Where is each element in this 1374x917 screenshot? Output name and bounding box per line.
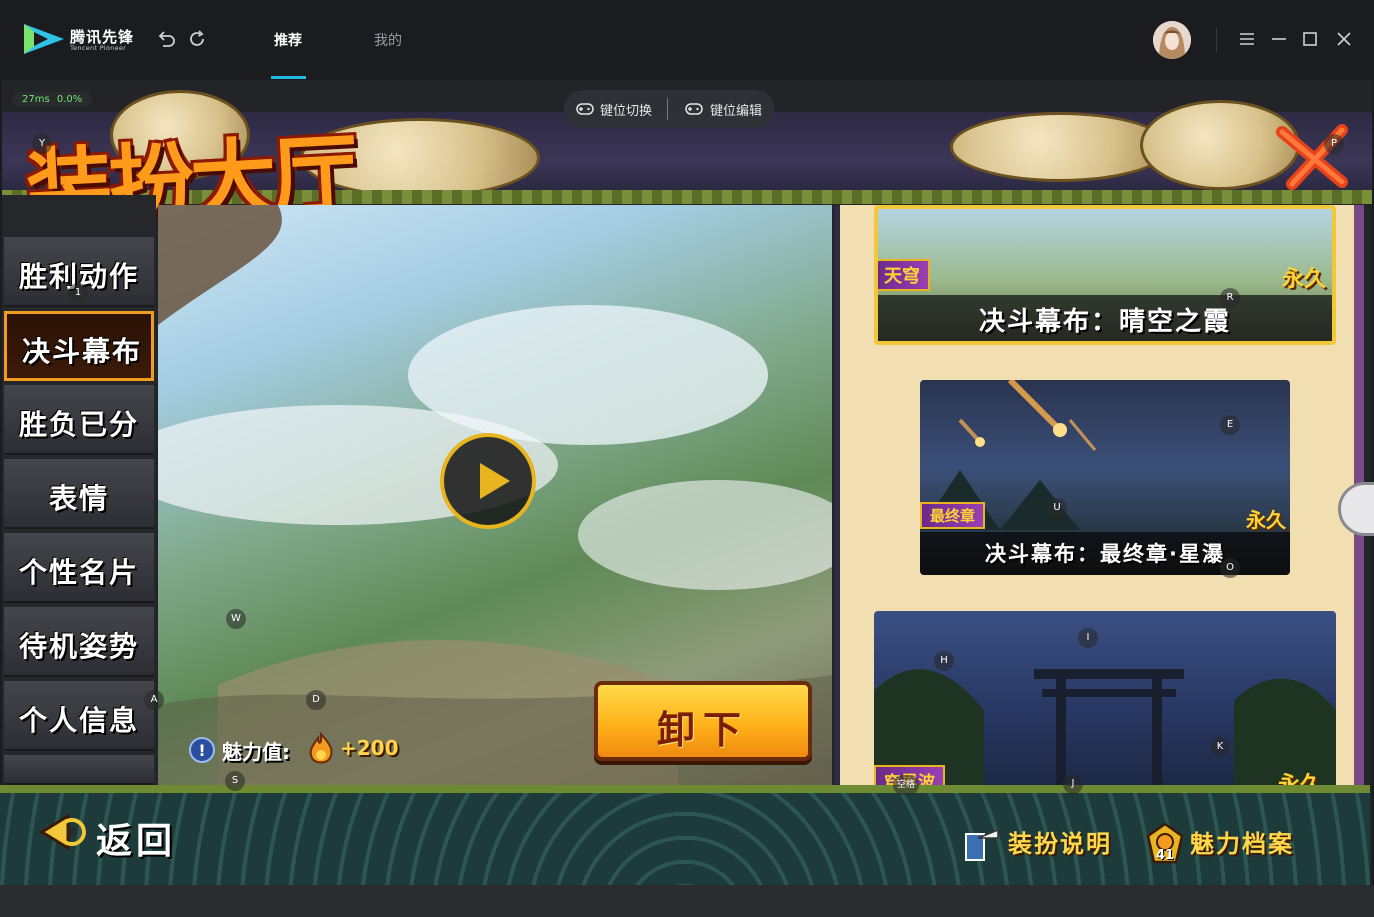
flame-icon [309,732,333,764]
avatar-image [1153,21,1191,59]
key-edit-button[interactable]: 键位编辑 [710,100,762,119]
key-hint[interactable]: O [1220,558,1240,578]
guide-icon [965,828,999,861]
key-hint[interactable]: Y [32,134,52,154]
card-permanent: 永久 [1278,767,1322,785]
gamepad-edit-icon [685,103,703,115]
key-hint[interactable]: J [1063,774,1083,794]
active-tab-indicator [271,76,306,79]
bottom-strip [0,885,1374,917]
card-permanent: 永久 [1282,267,1327,292]
charm-value: +200 [340,736,399,760]
curtain-list: 天穹 永久 决斗幕布：晴空之霞 最终章 永久 决斗幕布：最终章·星瀑 [834,205,1364,785]
menu-item-label: 表情 [48,482,109,515]
card-permanent: 永久 [1246,508,1286,532]
key-hint[interactable]: E [1220,415,1240,435]
card-tag: 最终章 [920,502,986,529]
gamepad-icon [576,103,594,115]
curtain-card[interactable]: 最终章 永久 决斗幕布：最终章·星瀑 [920,380,1290,575]
minimize-icon[interactable] [1269,29,1289,49]
menu-item-profile[interactable]: 个人信息 [4,681,154,751]
menu-item-label: 个性名片 [18,556,139,589]
close-icon[interactable] [1334,29,1354,49]
guide-label: 装扮说明 [1008,830,1112,858]
menu-icon[interactable] [1237,29,1257,49]
key-hint[interactable]: A [144,690,164,710]
menu-item-label: 胜负已分 [18,408,139,441]
title-bar: 腾讯先锋 Tencent Pioneer 推荐 我的 [0,0,1374,80]
menu-item-idle-pose[interactable]: 待机姿势 [4,607,154,677]
tab-mine[interactable]: 我的 [374,30,402,50]
app-logo: 腾讯先锋 Tencent Pioneer [22,20,134,58]
menu-item-duel-curtain[interactable]: 决斗幕布 [4,311,154,381]
latency-value: 27ms [22,94,50,105]
curtain-card[interactable]: 穿界波 永久 [874,611,1336,785]
torii-art [874,669,1336,785]
key-hint[interactable]: H [934,651,954,671]
card-tag: 天穹 [878,259,930,291]
app-window: 腾讯先锋 Tencent Pioneer 推荐 我的 装扮大厅 27ms 0.0… [0,0,1374,917]
svg-text:!: ! [198,741,205,760]
undo-icon[interactable] [155,28,177,50]
menu-item-label: 决斗幕布 [21,335,142,368]
key-hint[interactable]: D [306,690,326,710]
latency-badge: 27ms 0.0% [12,92,93,107]
loss-value: 0.0% [56,94,83,105]
menu-item-more[interactable] [4,755,154,785]
unload-button[interactable]: 卸下 [594,681,812,761]
key-hint-space[interactable]: 空格 [893,775,919,795]
key-hint[interactable]: R [1220,288,1240,308]
menu-item-label: 待机姿势 [18,630,139,663]
avatar[interactable] [1153,21,1191,59]
back-label: 返回 [96,821,177,862]
play-icon [480,463,510,499]
maximize-icon[interactable] [1300,29,1320,49]
title-divider [1216,28,1217,52]
key-switch-button[interactable]: 键位切换 [600,100,652,119]
key-hint[interactable]: S [225,771,245,791]
info-icon[interactable]: ! [188,736,216,764]
menu-item-emote[interactable]: 表情 [4,459,154,529]
charm-archive-label: 魅力档案 [1190,830,1294,858]
key-hint[interactable]: K [1210,737,1230,757]
key-hint[interactable]: W [226,609,246,629]
charm-archive-badge: 41 [1156,848,1175,863]
logo-subtitle: Tencent Pioneer [70,44,127,52]
tab-recommend[interactable]: 推荐 [274,30,302,50]
unload-label: 卸下 [656,708,749,752]
cloud-decor [950,112,1170,182]
card-title: 决斗幕布：晴空之霞 [978,307,1231,337]
logo-icon [24,24,64,54]
key-hint[interactable]: I [1078,628,1098,648]
game-close-icon[interactable] [1272,122,1356,192]
menu-item-label: 个人信息 [18,704,139,737]
keybar-divider [667,98,668,120]
curtain-card[interactable]: 天穹 永久 决斗幕布：晴空之霞 [874,205,1336,345]
refresh-icon[interactable] [186,28,208,50]
key-hint[interactable]: U [1047,498,1067,518]
play-button[interactable] [440,433,536,529]
menu-item-result[interactable]: 胜负已分 [4,385,154,455]
key-hint[interactable]: P [1324,134,1344,154]
key-hint[interactable]: 1 [68,283,88,303]
key-mapping-bar: 键位切换 键位编辑 [564,90,774,128]
back-arrow-icon [39,813,86,851]
menu-item-name-card[interactable]: 个性名片 [4,533,154,603]
charm-label: 魅力值: [222,740,290,764]
